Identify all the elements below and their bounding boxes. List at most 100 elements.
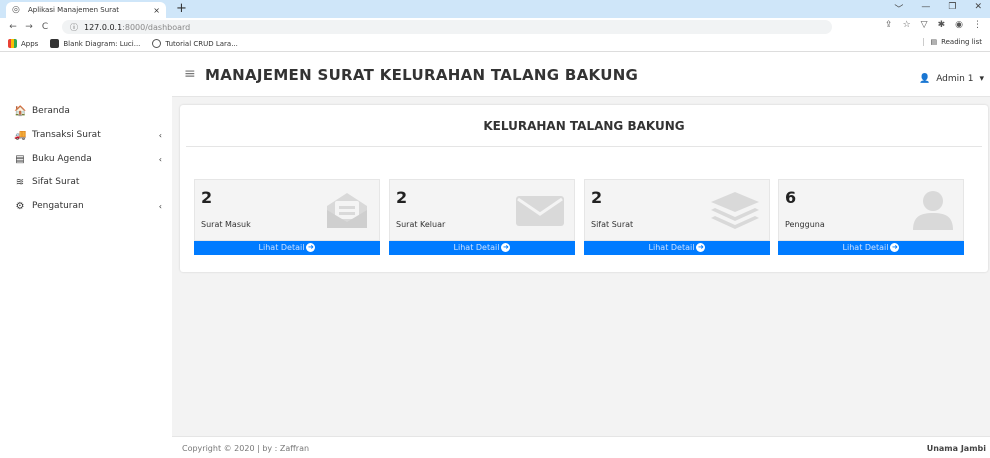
footer-brand: Unama Jambi	[926, 444, 986, 453]
bookmark-star-icon[interactable]: ☆	[903, 20, 911, 30]
bookmark-label: Blank Diagram: Luci...	[63, 39, 141, 48]
reading-list-icon: ▤	[930, 38, 938, 46]
window-controls: ﹀ — ❐ ✕	[894, 2, 982, 15]
share-icon[interactable]: ⇪	[885, 20, 893, 30]
arrow-circle-right-icon: ➜	[890, 243, 900, 252]
book-icon: ▤	[15, 153, 25, 165]
url-input[interactable]: ⓘ 127.0.0.1:8000/dashboard	[62, 20, 832, 34]
sidebar-item-transaksi-surat[interactable]: 🚚 Transaksi Surat ‹	[14, 128, 162, 142]
chevron-left-icon: ‹	[158, 201, 162, 211]
sidebar-item-label: Sifat Surat	[32, 177, 80, 187]
sidebar-item-label: Buku Agenda	[32, 154, 92, 164]
stat-card-pengguna: 6 Pengguna Lihat Detail ➜	[778, 179, 964, 259]
url-path: :8000/dashboard	[122, 22, 191, 32]
card-detail-link[interactable]: Lihat Detail ➜	[389, 241, 575, 255]
link-label: Lihat Detail	[648, 243, 695, 252]
hamburger-menu-icon[interactable]: ≡	[184, 66, 196, 82]
layers-icon	[709, 190, 761, 234]
sidebar-item-sifat-surat[interactable]: ≋ Sifat Surat	[14, 175, 162, 189]
chevron-left-icon: ‹	[158, 130, 162, 140]
arrow-circle-right-icon: ➜	[306, 243, 316, 252]
copyright-text: Copyright © 2020 | by : Zaffran	[182, 444, 310, 453]
browser-tabstrip: ◎ Aplikasi Manajemen Surat × + ﹀ — ❐ ✕	[0, 0, 990, 18]
sidebar: 🏠 Beranda 🚚 Transaksi Surat ‹ ▤ Buku Age…	[0, 52, 172, 458]
extensions-puzzle-icon[interactable]: ✱	[938, 20, 946, 30]
reading-list-button[interactable]: ▤ Reading list	[923, 38, 982, 46]
bookmark-label: Apps	[21, 39, 39, 48]
cogs-icon: ⚙	[15, 200, 25, 212]
truck-icon: 🚚	[14, 129, 27, 141]
new-tab-button[interactable]: +	[176, 1, 187, 16]
forward-button[interactable]: →	[22, 22, 36, 32]
main-content: KELURAHAN TALANG BAKUNG 2 Surat Masuk Li…	[172, 97, 990, 436]
toolbar-icons: ⇪ ☆ ▽ ✱ ◉ ⋮	[885, 20, 982, 30]
reading-list-label: Reading list	[941, 38, 982, 46]
browser-tab[interactable]: ◎ Aplikasi Manajemen Surat ×	[6, 2, 166, 18]
stat-value: 2	[396, 188, 408, 207]
stat-card-surat-keluar: 2 Surat Keluar Lihat Detail ➜	[389, 179, 575, 259]
sidebar-item-label: Transaksi Surat	[32, 130, 101, 140]
divider	[186, 146, 982, 147]
globe-icon: ◎	[12, 5, 20, 15]
home-icon: 🏠	[14, 105, 27, 117]
url-host: 127.0.0.1	[84, 22, 123, 32]
sidebar-item-label: Pengaturan	[32, 201, 84, 211]
panel-heading: KELURAHAN TALANG BAKUNG	[483, 119, 685, 133]
tab-search-icon[interactable]: ﹀	[894, 2, 903, 15]
stat-label: Sifat Surat	[591, 220, 634, 229]
user-icon: 👤	[918, 74, 931, 84]
bookmark-apps[interactable]: Apps	[8, 39, 38, 48]
lucid-icon	[50, 39, 60, 48]
stat-value: 2	[591, 188, 603, 207]
page-footer: Copyright © 2020 | by : Zaffran Unama Ja…	[172, 436, 990, 458]
card-detail-link[interactable]: Lihat Detail ➜	[778, 241, 964, 255]
sidebar-item-buku-agenda[interactable]: ▤ Buku Agenda ‹	[14, 152, 162, 166]
sidebar-item-label: Beranda	[32, 106, 70, 116]
bookmark-label: Tutorial CRUD Lara...	[165, 39, 238, 48]
stat-card-surat-masuk: 2 Surat Masuk Lihat Detail ➜	[194, 179, 380, 259]
bookmark-lucid[interactable]: Blank Diagram: Luci...	[50, 39, 140, 48]
envelope-open-icon	[323, 190, 371, 234]
profile-avatar-icon[interactable]: ◉	[955, 20, 963, 30]
apps-grid-icon	[8, 39, 17, 48]
user-menu[interactable]: 👤 Admin 1 ▾	[919, 74, 984, 84]
tab-close-icon[interactable]: ×	[153, 6, 160, 15]
chevron-left-icon: ‹	[158, 154, 162, 164]
link-label: Lihat Detail	[453, 243, 500, 252]
sidebar-item-pengaturan[interactable]: ⚙ Pengaturan ‹	[14, 199, 162, 213]
link-label: Lihat Detail	[842, 243, 889, 252]
address-bar-row: ← → C ⓘ 127.0.0.1:8000/dashboard ⇪ ☆ ▽ ✱…	[0, 18, 990, 36]
sidebar-item-beranda[interactable]: 🏠 Beranda	[14, 104, 162, 118]
extension-shield-icon[interactable]: ▽	[921, 20, 928, 30]
envelope-icon	[514, 190, 566, 234]
stat-value: 6	[785, 188, 797, 207]
stat-value: 2	[201, 188, 213, 207]
stat-label: Surat Keluar	[396, 220, 446, 229]
stat-label: Surat Masuk	[201, 220, 251, 229]
bookmark-tutorial[interactable]: Tutorial CRUD Lara...	[152, 39, 238, 48]
back-button[interactable]: ←	[6, 22, 20, 32]
dashboard-panel: KELURAHAN TALANG BAKUNG 2 Surat Masuk Li…	[180, 105, 988, 272]
stat-label: Pengguna	[785, 220, 825, 229]
restore-button[interactable]: ❐	[948, 2, 956, 15]
arrow-circle-right-icon: ➜	[501, 243, 511, 252]
user-icon	[911, 190, 955, 234]
card-detail-link[interactable]: Lihat Detail ➜	[584, 241, 770, 255]
close-window-button[interactable]: ✕	[974, 2, 982, 15]
bookmarks-bar: Apps Blank Diagram: Luci... Tutorial CRU…	[0, 36, 990, 52]
layers-icon: ≋	[15, 176, 25, 188]
globe-icon	[152, 39, 162, 48]
tab-title: Aplikasi Manajemen Surat	[28, 6, 120, 14]
minimize-button[interactable]: —	[921, 2, 930, 15]
app-header: ≡ MANAJEMEN SURAT KELURAHAN TALANG BAKUN…	[172, 52, 990, 97]
page-title: MANAJEMEN SURAT KELURAHAN TALANG BAKUNG	[205, 66, 639, 84]
stat-card-sifat-surat: 2 Sifat Surat Lihat Detail ➜	[584, 179, 770, 259]
site-info-icon[interactable]: ⓘ	[70, 22, 78, 33]
card-detail-link[interactable]: Lihat Detail ➜	[194, 241, 380, 255]
user-name: Admin 1	[936, 74, 974, 84]
browser-menu-icon[interactable]: ⋮	[973, 20, 982, 30]
caret-down-icon: ▾	[979, 74, 984, 84]
link-label: Lihat Detail	[258, 243, 305, 252]
reload-button[interactable]: C	[38, 22, 52, 32]
arrow-circle-right-icon: ➜	[696, 243, 706, 252]
